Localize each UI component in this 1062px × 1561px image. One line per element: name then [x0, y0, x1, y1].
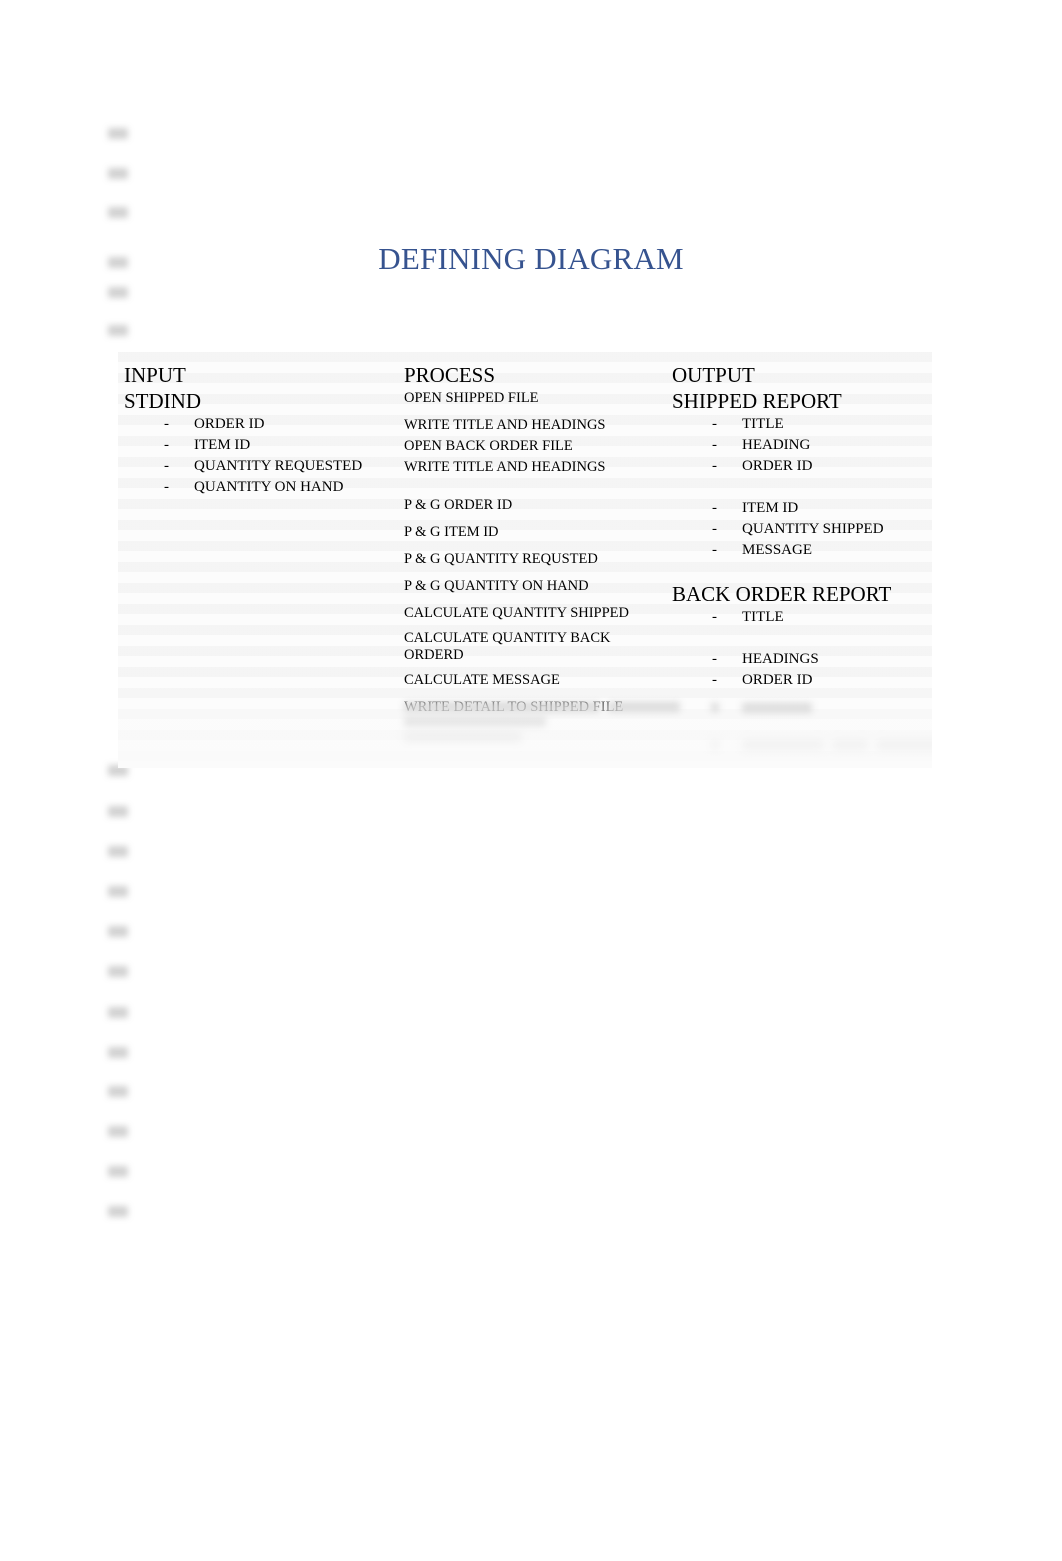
page-title: DEFINING DIAGRAM	[378, 241, 684, 276]
list-item: - ORDER ID	[124, 414, 398, 435]
list-item-label: HEADINGS	[742, 651, 819, 667]
redacted-text-line	[832, 740, 868, 751]
process-step: P & G QUANTITY ON HAND	[404, 578, 589, 594]
list-item-label: HEADING	[742, 437, 811, 453]
redacted-text-line	[404, 702, 600, 713]
back-order-report-item-list: - TITLE - HEADINGS - ORDER ID	[672, 607, 932, 691]
list-item-label: ORDER ID	[742, 458, 813, 474]
input-subheader-stdind: STDIND	[124, 389, 201, 413]
margin-mark	[108, 207, 128, 218]
margin-mark	[108, 287, 128, 298]
process-step: WRITE TITLE AND HEADINGS	[404, 417, 606, 433]
list-item: - ORDER ID	[672, 670, 932, 691]
list-item: - HEADINGS	[672, 649, 932, 670]
list-item-label: TITLE	[742, 609, 784, 625]
process-step: OPEN SHIPPED FILE	[404, 390, 539, 406]
bullet-dash-icon: -	[712, 651, 717, 667]
margin-mark	[108, 1086, 128, 1097]
margin-mark	[108, 325, 128, 336]
list-item: - MESSAGE	[672, 540, 932, 561]
margin-mark	[108, 168, 128, 179]
process-step: WRITE TITLE AND HEADINGS	[404, 459, 606, 475]
list-item-label: MESSAGE	[742, 542, 813, 558]
margin-mark	[108, 1166, 128, 1177]
output-report-title-back-order: BACK ORDER REPORT	[672, 582, 892, 606]
list-spacer	[672, 628, 932, 649]
list-item: - TITLE	[672, 414, 932, 435]
list-item-label: ITEM ID	[194, 437, 251, 453]
list-item: - TITLE	[672, 607, 932, 628]
margin-mark	[108, 1007, 128, 1018]
margin-mark	[108, 926, 128, 937]
margin-mark	[108, 806, 128, 817]
list-item-label: QUANTITY ON HAND	[194, 479, 344, 495]
bullet-dash-icon: -	[164, 458, 169, 474]
list-item: - ITEM ID	[124, 435, 398, 456]
margin-mark	[108, 1126, 128, 1137]
process-step: OPEN BACK ORDER FILE	[404, 438, 573, 454]
list-spacer	[672, 477, 932, 498]
process-spacer	[404, 478, 666, 495]
process-step: CALCULATE QUANTITY BACK ORDERD	[404, 630, 611, 663]
bullet-dash-icon: -	[712, 609, 717, 625]
bullet-dash-icon: -	[712, 458, 717, 474]
list-item-label: TITLE	[742, 416, 784, 432]
margin-mark	[108, 1047, 128, 1058]
redacted-text-line	[404, 732, 522, 743]
bullet-dash-icon: -	[712, 416, 717, 432]
process-step: P & G ITEM ID	[404, 524, 499, 540]
redacted-text-line	[742, 703, 812, 714]
bullet-dash-icon: -	[712, 521, 717, 537]
list-item: - QUANTITY REQUESTED	[124, 456, 398, 477]
list-item: - QUANTITY SHIPPED	[672, 519, 932, 540]
input-item-list: - ORDER ID - ITEM ID - QUANTITY REQUESTE…	[124, 414, 398, 498]
process-step: CALCULATE MESSAGE	[404, 672, 560, 688]
redacted-bullet-dash	[711, 740, 719, 750]
bullet-dash-icon: -	[164, 479, 169, 495]
list-item-label: QUANTITY SHIPPED	[742, 521, 884, 537]
margin-mark	[108, 966, 128, 977]
column-header-input: INPUT	[124, 363, 186, 387]
redacted-text-line	[404, 716, 546, 727]
bullet-dash-icon: -	[712, 672, 717, 688]
bullet-dash-icon: -	[164, 437, 169, 453]
process-step: CALCULATE QUANTITY SHIPPED	[404, 605, 630, 621]
list-item: - ITEM ID	[672, 498, 932, 519]
process-step: P & G ORDER ID	[404, 497, 513, 513]
margin-mark	[108, 886, 128, 897]
redacted-bullet-dash	[711, 703, 719, 713]
list-item: - ORDER ID	[672, 456, 932, 477]
margin-mark	[108, 1206, 128, 1217]
bullet-dash-icon: -	[712, 500, 717, 516]
redacted-text-line	[742, 740, 824, 751]
list-item: - QUANTITY ON HAND	[124, 477, 398, 498]
redacted-text-line	[876, 740, 932, 751]
defining-diagram-table: INPUT STDIND - ORDER ID - ITEM ID - QUAN…	[118, 352, 932, 768]
output-report-title-shipped: SHIPPED REPORT	[672, 389, 842, 413]
list-item-label: QUANTITY REQUESTED	[194, 458, 363, 474]
shipped-report-item-list: - TITLE - HEADING - ORDER ID - ITEM ID -…	[672, 414, 932, 561]
process-step: P & G QUANTITY REQUSTED	[404, 551, 598, 567]
table-column-input: INPUT STDIND - ORDER ID - ITEM ID - QUAN…	[118, 352, 398, 768]
bullet-dash-icon: -	[164, 416, 169, 432]
margin-mark	[108, 257, 128, 268]
margin-mark	[108, 128, 128, 139]
bullet-dash-icon: -	[712, 437, 717, 453]
list-item-label: ITEM ID	[742, 500, 799, 516]
list-item: - HEADING	[672, 435, 932, 456]
margin-mark	[108, 846, 128, 857]
bullet-dash-icon: -	[712, 542, 717, 558]
table-column-process: PROCESS OPEN SHIPPED FILE WRITE TITLE AN…	[398, 352, 680, 768]
column-header-output: OUTPUT	[672, 363, 755, 387]
list-item-label: ORDER ID	[194, 416, 265, 432]
column-header-process: PROCESS	[404, 363, 496, 387]
list-item-label: ORDER ID	[742, 672, 813, 688]
table-column-output: OUTPUT SHIPPED REPORT - TITLE - HEADING …	[666, 352, 932, 768]
